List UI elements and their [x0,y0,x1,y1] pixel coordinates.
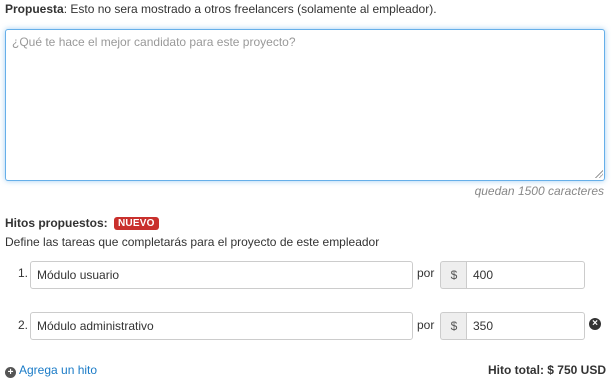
proposal-textarea[interactable] [5,29,605,181]
char-count: quedan 1500 caracteres [474,184,604,198]
por-label: por [417,266,435,280]
milestones-title: Hitos propuestos: [5,216,108,230]
milestones-description: Define las tareas que completarás para e… [5,235,380,249]
new-badge: NUEVO [114,217,159,230]
milestone-total: Hito total: $ 750 USD [488,363,606,377]
currency-addon: $ [440,261,467,289]
por-label: por [417,318,435,332]
milestones-header: Hitos propuestos: NUEVO [5,216,159,230]
currency-addon: $ [440,312,467,340]
proposal-label: Propuesta [5,2,64,16]
proposal-header: Propuesta: Esto no sera mostrado a otros… [5,2,437,16]
add-milestone-link[interactable]: + Agrega un hito [5,363,97,378]
proposal-note: : Esto no sera mostrado a otros freelanc… [63,2,437,16]
plus-circle-icon: + [5,367,16,378]
milestone-number: 2. [18,318,29,332]
remove-milestone-icon[interactable]: × [589,318,601,330]
total-value: $ 750 USD [547,363,606,377]
milestone-task-input[interactable] [30,261,413,289]
milestone-number: 1. [18,266,29,280]
milestone-task-input[interactable] [30,312,413,340]
milestone-amount-input[interactable] [466,312,585,340]
milestone-amount-input[interactable] [466,261,585,289]
add-milestone-label: Agrega un hito [19,363,98,377]
total-label: Hito total: [487,363,544,377]
